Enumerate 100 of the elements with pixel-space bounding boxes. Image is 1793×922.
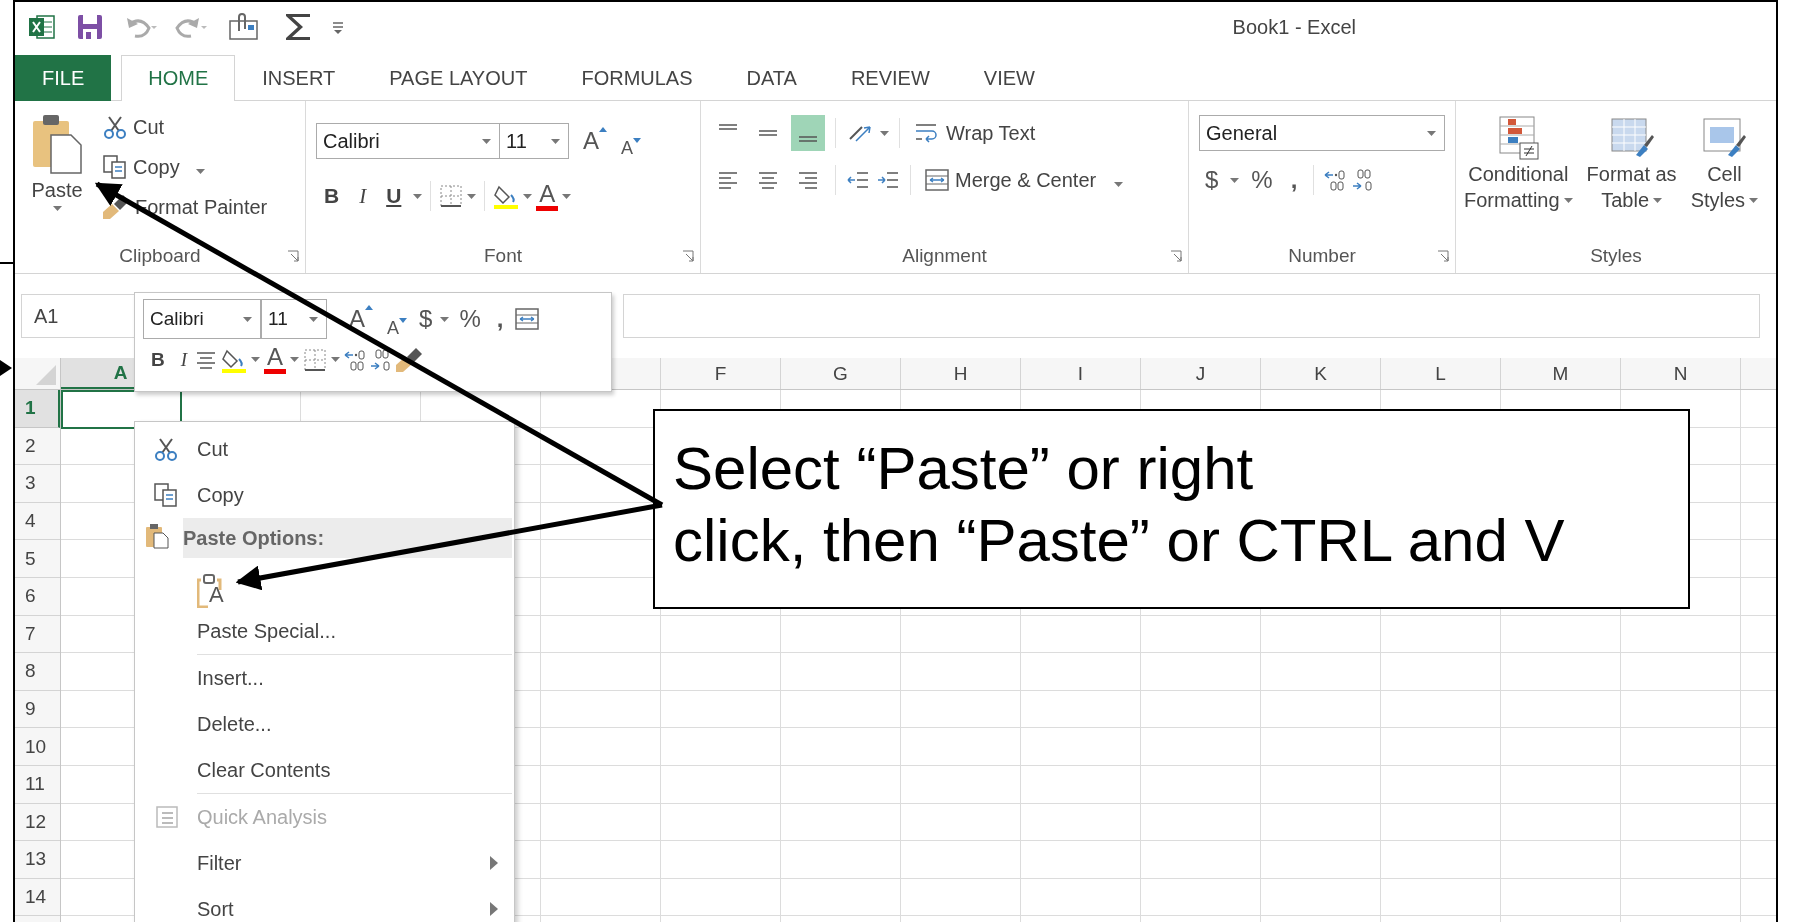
comma-button[interactable]: , (1284, 166, 1304, 194)
row-header[interactable]: 7 (15, 615, 60, 654)
row-header[interactable]: 1 (15, 390, 60, 428)
bold-button[interactable]: B (316, 184, 348, 208)
ribbon-tab[interactable]: PAGE LAYOUT (362, 55, 555, 101)
dialog-launcher-icon[interactable] (287, 250, 299, 262)
shrink-font-button[interactable]: A (617, 138, 646, 159)
wrap-text-button[interactable]: Wrap Text (910, 119, 1040, 147)
menu-item[interactable]: Insert... (135, 655, 514, 701)
row-header[interactable]: 6 (15, 577, 60, 616)
column-header[interactable]: N (1621, 358, 1741, 389)
column-header[interactable]: H (901, 358, 1021, 389)
row-header[interactable]: 5 (15, 540, 60, 578)
merge-cells-icon[interactable] (925, 169, 949, 191)
caret-icon (1427, 130, 1436, 136)
align-right-icon[interactable] (797, 169, 819, 191)
column-header[interactable]: K (1261, 358, 1381, 389)
font-size-field[interactable]: 11 (261, 299, 327, 339)
row-header[interactable]: 12 (15, 803, 60, 842)
row-header[interactable]: 10 (15, 728, 60, 766)
sigma-icon[interactable] (283, 12, 313, 42)
dialog-launcher-icon[interactable] (1437, 250, 1449, 262)
row-header[interactable]: 2 (15, 427, 60, 466)
row-header[interactable]: 4 (15, 502, 60, 541)
ribbon-tab[interactable]: REVIEW (823, 55, 957, 101)
row-header[interactable]: 9 (15, 690, 60, 729)
border-icon[interactable] (303, 347, 328, 372)
ribbon-tab[interactable]: HOME (121, 55, 236, 101)
underline-button[interactable]: U (378, 184, 410, 208)
touch-mode-icon[interactable] (229, 13, 259, 41)
save-icon[interactable] (77, 14, 103, 40)
column-header[interactable]: L (1381, 358, 1501, 389)
cut-button[interactable]: Cut (99, 113, 272, 141)
copy-button[interactable]: Copy (99, 153, 272, 181)
grow-font-button[interactable]: A (579, 127, 611, 155)
menu-item[interactable]: Sort (135, 886, 514, 922)
row-header[interactable]: 13 (15, 841, 60, 879)
menu-item[interactable]: Copy (135, 472, 514, 518)
column-header[interactable]: F (661, 358, 781, 389)
decrease-decimal-icon[interactable] (370, 348, 393, 371)
vertical-align-button[interactable] (791, 115, 825, 151)
quick-analysis-icon (153, 805, 179, 829)
customize-toolbar-icon[interactable] (331, 19, 345, 35)
percent-button[interactable]: % (1245, 166, 1279, 194)
column-header[interactable]: M (1501, 358, 1621, 389)
callout-text: Select “Paste” or right click, then “Paste” or CTRL and V (653, 409, 1690, 609)
spreadsheet-logo-icon[interactable] (29, 14, 55, 40)
number-format-field[interactable]: General (1199, 115, 1445, 151)
styles-button[interactable]: Conditional Formatting (1460, 115, 1577, 239)
shrink-font-button[interactable]: A (383, 318, 412, 339)
scissors-icon (154, 437, 178, 461)
caret-down-icon (633, 138, 642, 143)
currency-button[interactable]: $ (417, 305, 435, 333)
align-center-icon[interactable] (757, 169, 779, 191)
merge-center-button[interactable]: Merge & Center (921, 166, 1128, 194)
currency-button[interactable]: $ (1199, 166, 1225, 194)
ribbon-tab[interactable]: INSERT (235, 55, 363, 101)
menu-item[interactable]: Filter (135, 840, 514, 886)
column-header[interactable]: J (1141, 358, 1261, 389)
caret-icon (243, 316, 252, 322)
fill-bucket-icon[interactable] (493, 183, 520, 209)
paste-button[interactable]: Paste (25, 109, 89, 239)
column-header[interactable]: G (781, 358, 901, 389)
menu-item[interactable]: Delete... (135, 701, 514, 747)
ribbon-tab[interactable]: FORMULAS (554, 55, 720, 101)
paste-option-button[interactable]: A (197, 574, 224, 608)
border-icon[interactable] (439, 184, 464, 208)
clipboard-icon (197, 574, 223, 608)
font-color-button[interactable]: A (536, 181, 559, 211)
styles-button[interactable]: Cell Styles (1686, 115, 1763, 239)
paste-icon (31, 113, 83, 175)
column-header[interactable]: I (1021, 358, 1141, 389)
dialog-launcher-icon[interactable] (682, 250, 694, 262)
ribbon-tab[interactable]: VIEW (956, 55, 1062, 101)
increase-decimal-icon[interactable] (344, 348, 367, 371)
ribbon-tab[interactable]: FILE (15, 55, 112, 101)
dialog-launcher-icon[interactable] (1170, 250, 1182, 262)
align-left-icon[interactable] (717, 169, 739, 191)
styles-button[interactable]: Format as Table (1582, 115, 1681, 239)
menu-item[interactable]: Clear Contents (135, 747, 514, 793)
row-header[interactable]: 8 (15, 653, 60, 691)
row-header[interactable]: 14 (15, 878, 60, 917)
menu-item[interactable]: Paste Special... (135, 608, 514, 654)
font-color-button[interactable]: A (264, 345, 287, 374)
comma-button[interactable]: , (490, 305, 510, 333)
increase-decimal-icon[interactable] (1324, 169, 1347, 191)
row-header[interactable]: 11 (15, 765, 60, 804)
font-size-field[interactable]: 11 (499, 123, 569, 159)
grow-font-button[interactable]: A (345, 305, 377, 333)
ribbon-tab[interactable]: DATA (719, 55, 824, 101)
row-header[interactable]: 3 (15, 465, 60, 503)
font-name-field[interactable]: Calibri (143, 299, 261, 339)
menu-item[interactable]: Cut (135, 426, 514, 472)
caret-icon (562, 193, 572, 199)
font-name-field[interactable]: Calibri (316, 123, 500, 159)
merge-cells-icon[interactable] (515, 308, 540, 330)
italic-button[interactable]: I (351, 183, 375, 209)
decrease-indent-icon[interactable] (846, 169, 870, 191)
increase-indent-icon[interactable] (876, 169, 900, 191)
percent-button[interactable]: % (455, 305, 485, 333)
